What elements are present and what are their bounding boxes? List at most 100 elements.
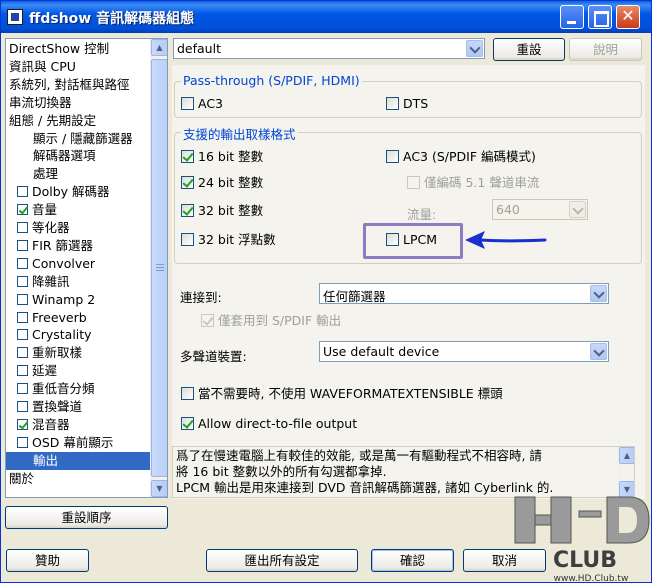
- ac3-box[interactable]: [181, 97, 194, 110]
- tree-item[interactable]: 音量: [17, 201, 57, 219]
- tree-item-checkbox[interactable]: [17, 418, 28, 430]
- tree-item[interactable]: DirectShow 控制: [9, 40, 109, 58]
- tree-item[interactable]: FIR 篩選器: [17, 237, 93, 255]
- tree-item-checkbox[interactable]: [17, 401, 28, 412]
- tree-item[interactable]: 處理: [33, 165, 58, 183]
- tree-item-checkbox[interactable]: [17, 347, 28, 359]
- close-icon[interactable]: ✕: [616, 5, 640, 29]
- tree-item[interactable]: 置換聲道: [17, 398, 82, 416]
- float32-checkbox[interactable]: 32 bit 浮點數: [181, 232, 276, 247]
- bit24-checkbox[interactable]: 24 bit 整數: [181, 175, 263, 190]
- reset-button[interactable]: 重設: [493, 38, 565, 61]
- help-button[interactable]: 贊助: [6, 549, 89, 572]
- tree-item-label: Winamp 2: [32, 291, 96, 307]
- only51-box[interactable]: [407, 176, 420, 189]
- bitrate-label: 流量:: [407, 207, 437, 222]
- spdif-only-checkbox[interactable]: 僅套用到 S/PDIF 輸出: [201, 313, 341, 328]
- tree-item[interactable]: 重新取樣: [17, 344, 82, 362]
- tree-item[interactable]: 解碼器選項: [33, 147, 96, 165]
- chevron-down-icon[interactable]: [569, 201, 586, 218]
- ac3-spdif-box[interactable]: [386, 150, 399, 163]
- tree-item-checkbox[interactable]: [17, 186, 28, 198]
- connect-select[interactable]: 任何篩選器: [319, 283, 609, 304]
- tree-item[interactable]: Dolby 解碼器: [17, 183, 110, 201]
- bit32-checkbox[interactable]: 32 bit 整數: [181, 203, 263, 218]
- tree-item[interactable]: 系統列, 對話框與路徑: [9, 76, 129, 94]
- tree-item[interactable]: 串流切換器: [9, 94, 72, 112]
- tree-item-label: 重新取樣: [32, 345, 83, 361]
- tree-item[interactable]: 輸出: [6, 451, 152, 470]
- tree-item[interactable]: 混音器: [17, 416, 70, 434]
- tree-item[interactable]: 等化器: [17, 219, 70, 237]
- scroll-down-icon[interactable]: ▼: [151, 480, 167, 497]
- chevron-down-icon[interactable]: [590, 285, 607, 302]
- tree-item-label: Freeverb: [32, 309, 87, 325]
- tree-item[interactable]: 延遲: [17, 362, 57, 380]
- no-wfx-checkbox[interactable]: 當不需要時, 不使用 WAVEFORMATEXTENSIBLE 標頭: [181, 386, 503, 401]
- tree-item[interactable]: Crystality: [17, 326, 92, 344]
- tree-item[interactable]: 關於: [9, 470, 34, 488]
- tree-item-checkbox[interactable]: [17, 329, 28, 341]
- bit16-checkbox[interactable]: 16 bit 整數: [181, 149, 263, 164]
- title-bar[interactable]: ffdshow 音訊解碼器組態 ✕: [1, 1, 651, 33]
- tree-item-checkbox[interactable]: [17, 204, 28, 216]
- settings-tree[interactable]: DirectShow 控制 資訊與 CPU 系統列, 對話框與路徑 串流切換器組態 /…: [5, 38, 168, 498]
- dts-box[interactable]: [386, 97, 399, 110]
- tree-item[interactable]: Freeverb: [17, 309, 87, 327]
- spdif-only-box[interactable]: [201, 314, 214, 327]
- chevron-down-icon[interactable]: [590, 343, 607, 360]
- float32-box[interactable]: [181, 233, 194, 246]
- tree-item-checkbox[interactable]: [17, 311, 28, 323]
- bitrate-select[interactable]: 640: [492, 199, 588, 220]
- bit24-box[interactable]: [181, 176, 194, 189]
- tree-item-checkbox[interactable]: [17, 222, 28, 233]
- multichannel-value: Use default device: [323, 344, 440, 359]
- tree-item-label: 延遲: [32, 363, 58, 379]
- tree-item-label: 組態 / 先期設定: [9, 112, 97, 128]
- tree-item-checkbox[interactable]: [17, 365, 28, 377]
- tree-item-checkbox[interactable]: [17, 436, 28, 448]
- tree-item-checkbox[interactable]: [17, 293, 28, 305]
- tree-item[interactable]: 降雜訊: [17, 273, 70, 291]
- output-settings-panel: Pass-through (S/PDIF, HDMI) AC3 DTS 支援的輸…: [172, 65, 645, 499]
- tree-item[interactable]: 顯示 / 隱藏篩選器: [33, 130, 133, 148]
- tree-item-label: 串流切換器: [9, 94, 72, 110]
- export-settings-button[interactable]: 匯出所有設定: [206, 549, 358, 572]
- chevron-down-icon[interactable]: [466, 40, 483, 57]
- tree-item[interactable]: 組態 / 先期設定: [9, 112, 96, 130]
- tree-item[interactable]: 重低音分頻: [17, 380, 95, 398]
- tree-scrollbar[interactable]: ▲ ▼: [150, 39, 167, 497]
- description-scrollbar[interactable]: ▲ ▼: [618, 447, 634, 497]
- tree-item[interactable]: Winamp 2: [17, 291, 95, 309]
- scroll-up-icon[interactable]: ▲: [151, 39, 167, 56]
- tree-item-label: Crystality: [32, 327, 92, 343]
- ac3-spdif-checkbox[interactable]: AC3 (S/PDIF 編碼模式): [386, 149, 536, 164]
- tree-item-checkbox[interactable]: [17, 383, 28, 395]
- scroll-thumb[interactable]: [151, 59, 167, 477]
- tree-item[interactable]: Convolver: [17, 255, 95, 273]
- minimize-icon[interactable]: [560, 5, 584, 29]
- tree-item-checkbox[interactable]: [17, 257, 28, 269]
- no-wfx-box[interactable]: [181, 387, 194, 400]
- bit32-box[interactable]: [181, 204, 194, 217]
- tree-item[interactable]: 資訊與 CPU: [9, 58, 76, 76]
- tree-item-label: OSD 幕前顯示: [32, 434, 114, 450]
- description-button[interactable]: 說明: [569, 38, 642, 61]
- lpcm-highlight-box: [363, 223, 463, 259]
- maximize-icon[interactable]: [588, 5, 612, 29]
- ok-button[interactable]: 確認: [371, 549, 454, 572]
- dts-checkbox[interactable]: DTS: [386, 96, 428, 111]
- tree-item[interactable]: OSD 幕前顯示: [17, 434, 113, 452]
- tree-item-checkbox[interactable]: [17, 239, 28, 251]
- scroll-up-icon[interactable]: ▲: [619, 447, 634, 464]
- direct-file-checkbox[interactable]: Allow direct-to-file output: [181, 416, 357, 431]
- bit16-box[interactable]: [181, 150, 194, 163]
- only51-checkbox[interactable]: 僅編碼 5.1 聲道串流: [407, 175, 539, 190]
- multichannel-select[interactable]: Use default device: [319, 341, 609, 362]
- direct-file-box[interactable]: [181, 417, 194, 430]
- reset-order-button[interactable]: 重設順序: [5, 506, 168, 529]
- preset-select[interactable]: default: [173, 38, 485, 59]
- tree-item-checkbox[interactable]: [17, 275, 28, 287]
- tree-item-label: 處理: [33, 166, 59, 182]
- ac3-checkbox[interactable]: AC3: [181, 96, 223, 111]
